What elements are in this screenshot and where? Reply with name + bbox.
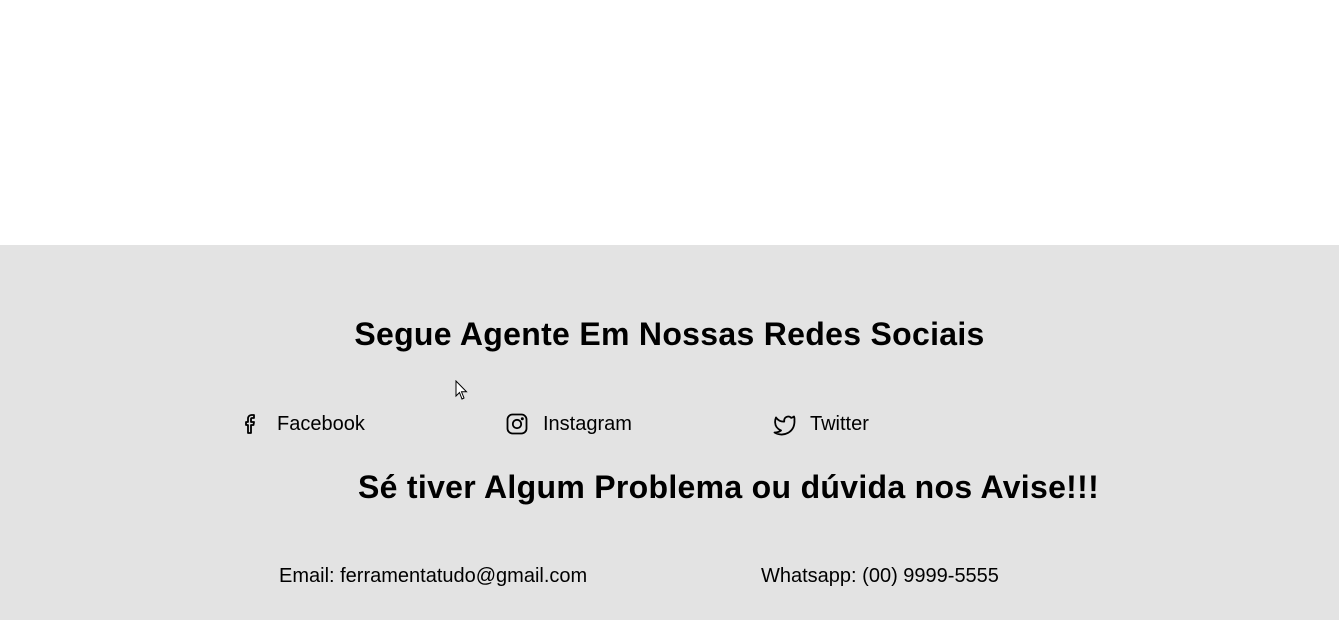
mouse-cursor-icon bbox=[455, 380, 468, 400]
twitter-label: Twitter bbox=[810, 412, 869, 435]
footer: Segue Agente Em Nossas Redes Sociais Fac… bbox=[0, 245, 1339, 620]
help-title: Sé tiver Algum Problema ou dúvida nos Av… bbox=[358, 469, 1100, 505]
social-title: Segue Agente Em Nossas Redes Sociais bbox=[354, 316, 985, 352]
facebook-label: Facebook bbox=[277, 412, 365, 435]
twitter-icon bbox=[772, 412, 796, 436]
instagram-label: Instagram bbox=[543, 412, 632, 435]
twitter-link[interactable]: Twitter bbox=[772, 409, 869, 439]
facebook-icon bbox=[239, 412, 263, 436]
contact-email: Email: ferramentatudo@gmail.com bbox=[279, 565, 588, 587]
facebook-link[interactable]: Facebook bbox=[239, 409, 365, 439]
instagram-icon bbox=[505, 412, 529, 436]
page-top-blank-area bbox=[0, 0, 1339, 245]
contact-whatsapp: Whatsapp: (00) 9999-5555 bbox=[761, 565, 999, 587]
instagram-link[interactable]: Instagram bbox=[505, 409, 632, 439]
